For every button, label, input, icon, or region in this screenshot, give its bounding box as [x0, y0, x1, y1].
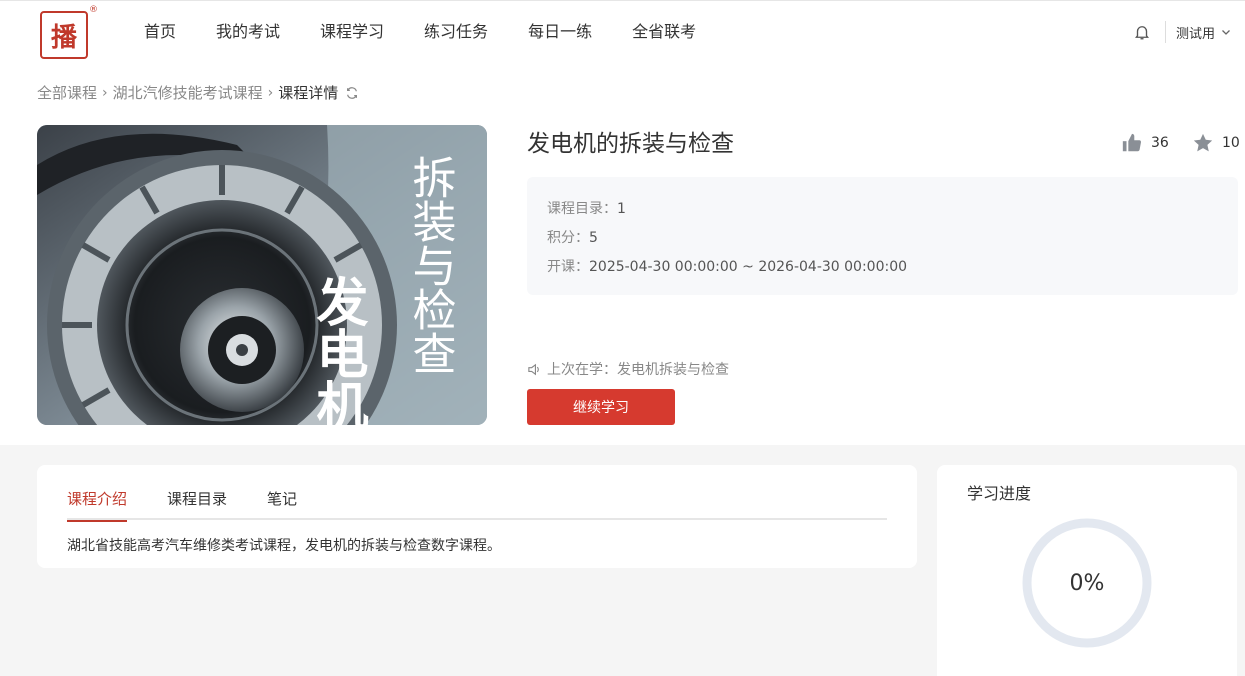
period-label: 开课：	[547, 259, 589, 275]
last-study-label: 上次在学：	[547, 362, 617, 378]
tab-course-intro[interactable]: 课程介绍	[67, 465, 128, 522]
last-study: 上次在学： 发电机拆装与检查	[527, 359, 729, 379]
period-info: 开课：2025-04-30 00:00:00 ~ 2026-04-30 00:0…	[547, 256, 907, 276]
nav-daily-practice[interactable]: 每日一练	[508, 1, 612, 63]
course-tabs: 课程介绍 课程目录 笔记	[67, 465, 887, 522]
breadcrumb-all-courses[interactable]: 全部课程	[37, 82, 97, 103]
progress-value: 0%	[1069, 570, 1105, 596]
user-name[interactable]: 测试用	[1176, 23, 1215, 42]
nav-my-exams[interactable]: 我的考试	[196, 1, 300, 63]
like-count: 36	[1151, 135, 1169, 151]
speaker-icon	[528, 363, 539, 375]
nav-course-study[interactable]: 课程学习	[300, 1, 404, 63]
catalog-label: 课程目录：	[547, 201, 617, 217]
nav-practice-tasks[interactable]: 练习任务	[404, 1, 508, 63]
tab-course-catalog[interactable]: 课程目录	[167, 465, 227, 520]
nav-provincial-exam[interactable]: 全省联考	[612, 1, 716, 63]
logo-mark: 播	[40, 11, 88, 59]
breadcrumb: 全部课程 › 湖北汽修技能考试课程 › 课程详情	[37, 82, 359, 103]
points-info: 积分：5	[547, 227, 598, 247]
favorite-button[interactable]: 10	[1192, 132, 1240, 154]
course-intro-text: 湖北省技能高考汽车维修类考试课程，发电机的拆装与检查数字课程。	[67, 538, 501, 554]
registered-mark: ®	[89, 5, 98, 15]
last-study-value[interactable]: 发电机拆装与检查	[617, 359, 729, 379]
favorite-count: 10	[1222, 135, 1240, 151]
header-right: 测试用	[1133, 1, 1231, 63]
alternator-illustration: 发电机 拆装与检查	[37, 125, 487, 425]
course-title: 发电机的拆装与检查	[527, 131, 734, 157]
course-info-box: 课程目录：1 积分：5 开课：2025-04-30 00:00:00 ~ 202…	[527, 177, 1238, 295]
cover-big-text: 发电机	[307, 275, 368, 425]
catalog-info: 课程目录：1	[547, 198, 626, 218]
header-divider	[1164, 21, 1166, 43]
breadcrumb-separator: ›	[267, 84, 274, 101]
points-label: 积分：	[547, 230, 589, 246]
study-progress-card: 学习进度 0%	[937, 465, 1237, 676]
course-cover-image: 发电机 拆装与检查	[37, 125, 487, 425]
progress-title: 学习进度	[967, 484, 1032, 503]
main-nav: 首页 我的考试 课程学习 练习任务 每日一练 全省联考	[124, 1, 716, 63]
breadcrumb-separator: ›	[102, 84, 108, 101]
continue-study-button[interactable]: 继续学习	[527, 389, 675, 425]
breadcrumb-hubei-course[interactable]: 湖北汽修技能考试课程	[113, 82, 263, 103]
catalog-value: 1	[617, 201, 626, 217]
course-intro-card: 课程介绍 课程目录 笔记 湖北省技能高考汽车维修类考试课程，发电机的拆装与检查数…	[37, 465, 917, 568]
refresh-icon[interactable]	[345, 86, 359, 100]
period-value: 2025-04-30 00:00:00 ~ 2026-04-30 00:00:0…	[589, 259, 908, 275]
star-icon	[1193, 133, 1213, 152]
course-header-panel: 全部课程 › 湖北汽修技能考试课程 › 课程详情 发电机 拆装与检查 发电机的拆…	[0, 62, 1245, 445]
breadcrumb-current: 课程详情	[278, 84, 339, 102]
top-header: 播 ® 首页 我的考试 课程学习 练习任务 每日一练 全省联考 测试用	[0, 0, 1245, 62]
bell-icon[interactable]	[1133, 23, 1151, 41]
site-logo[interactable]: 播 ®	[40, 5, 98, 61]
tab-notes[interactable]: 笔记	[267, 465, 297, 520]
cover-side-text: 拆装与检查	[405, 155, 456, 375]
thumbs-up-icon	[1122, 133, 1142, 152]
like-button[interactable]: 36	[1121, 132, 1169, 154]
chevron-down-icon[interactable]	[1221, 27, 1231, 37]
nav-home[interactable]: 首页	[124, 1, 196, 63]
points-value: 5	[589, 230, 598, 246]
